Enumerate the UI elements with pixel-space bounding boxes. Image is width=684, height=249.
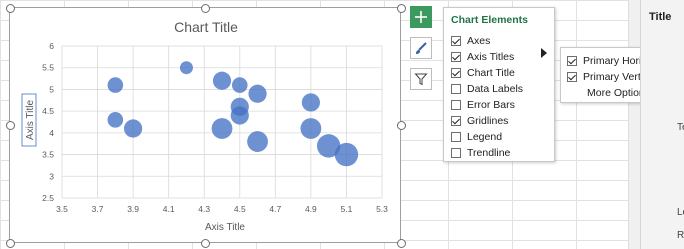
checkbox-primary-vertical[interactable] — [567, 71, 577, 82]
y-axis-title[interactable]: Axis Title — [25, 100, 36, 140]
flyout-item-label: Gridlines — [467, 114, 509, 127]
y-tick-label: 6 — [49, 41, 54, 51]
data-point[interactable] — [248, 84, 267, 103]
flyout-item-label: Error Bars — [467, 98, 515, 111]
x-tick-label: 3.5 — [56, 204, 68, 214]
data-point[interactable] — [212, 71, 232, 90]
flyout-item-legend[interactable]: Legend — [451, 129, 502, 144]
resize-handle-tm[interactable] — [201, 4, 210, 13]
resize-handle-tr[interactable] — [397, 4, 406, 13]
pane-fragment[interactable]: Ri — [677, 230, 684, 241]
data-point[interactable] — [107, 112, 124, 128]
checkbox-legend[interactable] — [451, 131, 461, 142]
y-tick-label: 3.5 — [42, 150, 54, 160]
paintbrush-icon — [416, 42, 427, 54]
checkbox-axis-titles[interactable] — [451, 51, 461, 62]
y-tick-label: 5.5 — [42, 63, 54, 73]
x-tick-label: 3.7 — [92, 204, 104, 214]
y-tick-label: 4.5 — [42, 106, 54, 116]
x-tick-label: 5.1 — [341, 204, 353, 214]
data-point[interactable] — [230, 106, 249, 125]
data-points[interactable] — [107, 61, 359, 167]
scatter-chart[interactable]: Chart Title 3.5 3.7 3.9 4.1 4.3 4.5 4.7 4.9 5.1 5… — [10, 8, 402, 244]
x-tick-label: 4.9 — [305, 204, 317, 214]
checkbox-error-bars[interactable] — [451, 99, 461, 110]
data-point[interactable] — [124, 119, 143, 138]
pane-fragment: Te — [677, 122, 684, 133]
flyout-item-label: Axis Titles — [467, 50, 515, 63]
x-tick-label: 4.5 — [234, 204, 246, 214]
checkbox-primary-horizontal[interactable] — [567, 55, 577, 66]
flyout-title: Chart Elements — [451, 14, 529, 26]
y-tick-label: 2.5 — [42, 193, 54, 203]
checkbox-gridlines[interactable] — [451, 115, 461, 126]
x-tick-label: 4.1 — [163, 204, 175, 214]
checkbox-data-labels[interactable] — [451, 83, 461, 94]
format-pane: Title Te Le Ri — [640, 0, 684, 249]
data-point[interactable] — [334, 142, 359, 167]
x-tick-label: 5.3 — [376, 204, 388, 214]
resize-handle-ml[interactable] — [6, 121, 15, 130]
checkbox-trendline[interactable] — [451, 147, 461, 158]
x-tick-label: 3.9 — [127, 204, 139, 214]
pane-title: Title — [649, 11, 672, 23]
y-tick-label: 3 — [49, 171, 54, 181]
chart-elements-flyout: Chart Elements Axes Axis Titles Chart Ti… — [443, 7, 555, 162]
chart-filters-button[interactable] — [410, 68, 432, 90]
flyout-item-axes[interactable]: Axes — [451, 33, 490, 48]
y-axis-ticks: 2.5 3 3.5 4 4.5 5 5.5 6 — [42, 41, 54, 203]
flyout-item-label: Data Labels — [467, 82, 524, 95]
flyout-item-gridlines[interactable]: Gridlines — [451, 113, 508, 128]
checkbox-axes[interactable] — [451, 35, 461, 46]
x-axis-title[interactable]: Axis Title — [205, 222, 245, 233]
data-point[interactable] — [231, 77, 248, 93]
resize-handle-mr[interactable] — [397, 121, 406, 130]
y-axis-title-group[interactable]: Axis Title — [21, 93, 37, 147]
chart-title[interactable]: Chart Title — [174, 19, 238, 35]
x-tick-label: 4.7 — [269, 204, 281, 214]
chart-styles-button[interactable] — [410, 37, 432, 59]
checkbox-chart-title[interactable] — [451, 67, 461, 78]
flyout-item-axis-titles[interactable]: Axis Titles — [451, 49, 514, 64]
data-point[interactable] — [300, 118, 322, 139]
resize-handle-bm[interactable] — [201, 239, 210, 248]
flyout-item-label: Axes — [467, 34, 491, 47]
flyout-item-data-labels[interactable]: Data Labels — [451, 81, 523, 96]
plus-icon — [415, 11, 427, 23]
data-point[interactable] — [211, 118, 233, 139]
resize-handle-tl[interactable] — [6, 4, 15, 13]
flyout-item-trendline[interactable]: Trendline — [451, 145, 510, 160]
filter-icon — [414, 73, 428, 86]
flyout-item-label: Legend — [467, 130, 503, 143]
data-point[interactable] — [301, 93, 320, 112]
resize-handle-bl[interactable] — [6, 239, 15, 248]
flyout-item-label: Chart Title — [467, 66, 515, 79]
worksheet-scrollbar[interactable] — [628, 0, 640, 249]
flyout-item-chart-title[interactable]: Chart Title — [451, 65, 515, 80]
data-point[interactable] — [179, 61, 193, 75]
x-axis-ticks: 3.5 3.7 3.9 4.1 4.3 4.5 4.7 4.9 5.1 5.3 — [56, 204, 388, 214]
y-tick-label: 5 — [49, 84, 54, 94]
chart-elements-button[interactable] — [410, 6, 432, 28]
chart-area[interactable]: Chart Title 3.5 3.7 3.9 4.1 4.3 4.5 4.7 4.9 5.1 5… — [9, 7, 401, 243]
submenu-arrow-icon[interactable] — [541, 48, 547, 58]
flyout-item-label: Trendline — [467, 146, 511, 159]
x-tick-label: 4.3 — [198, 204, 210, 214]
data-point[interactable] — [107, 77, 124, 93]
y-tick-label: 4 — [49, 128, 54, 138]
pane-fragment[interactable]: Le — [677, 207, 684, 218]
data-point[interactable] — [247, 131, 268, 152]
flyout-item-error-bars[interactable]: Error Bars — [451, 97, 515, 112]
resize-handle-br[interactable] — [397, 239, 406, 248]
